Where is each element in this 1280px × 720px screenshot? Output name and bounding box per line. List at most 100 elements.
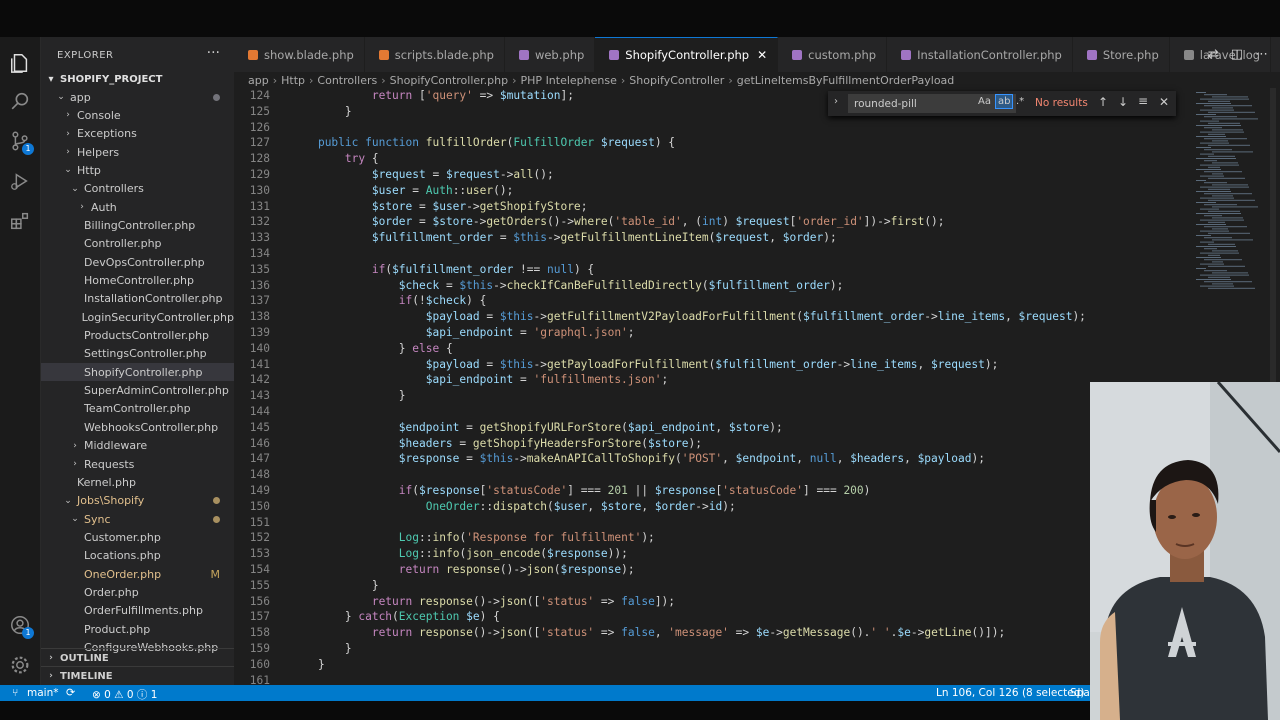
folder-item[interactable]: ⌄ Controllers [41,180,234,198]
folder-item[interactable]: ⌄ Jobs\Shopify [41,492,234,510]
close-icon[interactable]: ✕ [757,48,767,62]
editor-tab[interactable]: show.blade.php [234,37,365,72]
file-item[interactable]: LoginSecurityController.php [41,308,234,326]
editor-tab[interactable]: scripts.blade.php [365,37,505,72]
chevron-right-icon[interactable]: › [834,96,838,107]
source-control-icon[interactable]: 1 [8,129,34,155]
file-item[interactable]: Kernel.php [41,473,234,491]
branch-name[interactable]: main* [27,687,59,699]
editor-tab[interactable]: Store.php [1073,37,1170,72]
minimap[interactable] [1190,88,1280,388]
line-number: 146 [249,436,270,450]
minimap-line [1212,151,1253,153]
outline-label: OUTLINE [60,652,109,664]
minimap-line [1212,283,1233,285]
timeline-panel[interactable]: › TIMELINE [41,666,234,685]
file-item[interactable]: Product.php [41,620,234,638]
minimap-line [1212,140,1228,142]
file-item[interactable]: Order.php [41,583,234,601]
window-top-border [0,0,1280,37]
minimap-line [1200,186,1249,188]
minimap-line [1208,111,1255,113]
breadcrumb-item[interactable]: app [248,74,269,87]
tree-item-label: Helpers [77,145,120,159]
file-item[interactable]: ShopifyController.php [41,363,234,382]
line-number: 124 [249,89,270,102]
breadcrumb-item[interactable]: ShopifyController [629,74,724,87]
file-item[interactable]: Controller.php [41,235,234,253]
gear-icon[interactable] [8,653,32,677]
minimap-line [1204,237,1232,239]
extensions-icon[interactable] [8,209,32,233]
sync-icon[interactable]: ⟳ [66,686,75,699]
editor-tab[interactable]: web.php [505,37,596,72]
minimap-line [1196,279,1231,280]
split-editor-icon[interactable]: ◫ [1231,47,1243,62]
file-item[interactable]: BillingController.php [41,216,234,234]
whole-word-toggle[interactable]: ab [995,94,1014,109]
breadcrumb-item[interactable]: getLineItemsByFulfillmentOrderPayload [737,74,955,87]
file-item[interactable]: Customer.php [41,528,234,546]
project-root[interactable]: ▾ SHOPIFY_PROJECT [41,70,234,88]
file-item[interactable]: ProductsController.php [41,327,234,345]
folder-item[interactable]: ⌄ Sync [41,510,234,528]
next-match-icon[interactable]: ↓ [1118,95,1128,109]
match-case-toggle[interactable]: Aa [978,96,991,107]
cursor-position[interactable]: Ln 106, Col 126 (8 selected) [936,687,1084,699]
file-type-icon [378,49,389,60]
outline-panel[interactable]: › OUTLINE [41,648,234,667]
find-in-selection-icon[interactable]: ≡ [1138,94,1148,108]
more-icon[interactable]: ⋯ [1255,47,1268,62]
file-type-icon [248,49,258,60]
explorer-title: EXPLORER [57,50,114,61]
breadcrumb-item[interactable]: ShopifyController.php [390,74,508,87]
file-item[interactable]: Locations.php [41,547,234,565]
git-branch-icon[interactable]: ⑂ [12,687,18,699]
folder-item[interactable]: › Requests [41,455,234,473]
folder-item[interactable]: › Console [41,106,234,124]
breadcrumb-item[interactable]: Controllers [317,74,377,87]
explorer-icon[interactable] [8,51,32,75]
close-icon[interactable]: ✕ [1159,95,1169,109]
tree-item-label: Jobs\Shopify [77,494,145,508]
folder-item[interactable]: › Helpers [41,143,234,161]
editor-tab[interactable]: InstallationController.php [887,37,1073,72]
folder-item[interactable]: ⌄ Http [41,161,234,179]
folder-item[interactable]: › Exceptions [41,125,234,143]
breadcrumb-item[interactable]: PHP Intelephense [521,74,617,87]
search-icon[interactable] [8,89,32,113]
folder-item[interactable]: › Auth [41,198,234,216]
editor-tab[interactable]: custom.php [778,37,888,72]
folder-item[interactable]: › Middleware [41,437,234,455]
run-debug-icon[interactable] [8,169,32,193]
regex-toggle[interactable]: .* [1016,96,1024,107]
folder-item[interactable]: ⌄ app [41,88,234,106]
line-number: 156 [249,594,270,608]
problems-summary[interactable]: ⊗ 0 ⚠ 0 ⓘ 1 [92,687,157,702]
minimap-line [1212,195,1233,197]
file-item[interactable]: OrderFulfillments.php [41,602,234,620]
file-type-icon [901,49,912,60]
file-item[interactable]: WebhooksController.php [41,418,234,436]
editor-tab[interactable]: ShopifyController.php ✕ [595,37,779,72]
file-item[interactable]: DevOpsController.php [41,253,234,271]
find-result: No results [1035,97,1088,109]
compare-icon[interactable]: ⇄ [1208,47,1219,62]
more-actions-icon[interactable]: ··· [207,45,220,61]
previous-match-icon[interactable]: ↑ [1098,95,1108,109]
file-item[interactable]: OneOrder.php M [41,565,234,583]
breadcrumb-item[interactable]: Http [281,74,305,87]
tree-item-label: BillingController.php [84,218,196,232]
minimap-line [1204,215,1222,217]
account-icon[interactable]: 1 [8,613,34,639]
file-item[interactable]: HomeController.php [41,272,234,290]
file-item[interactable]: SettingsController.php [41,345,234,363]
chevron-right-icon: › [73,459,77,469]
file-item[interactable]: SuperAdminController.php [41,382,234,400]
line-number: 125 [249,104,270,118]
tab-label: show.blade.php [264,47,354,62]
line-number: 155 [249,578,270,592]
file-item[interactable]: InstallationController.php [41,290,234,308]
code-text: Log::info(json_encode($response)); [398,547,628,561]
file-item[interactable]: TeamController.php [41,400,234,418]
